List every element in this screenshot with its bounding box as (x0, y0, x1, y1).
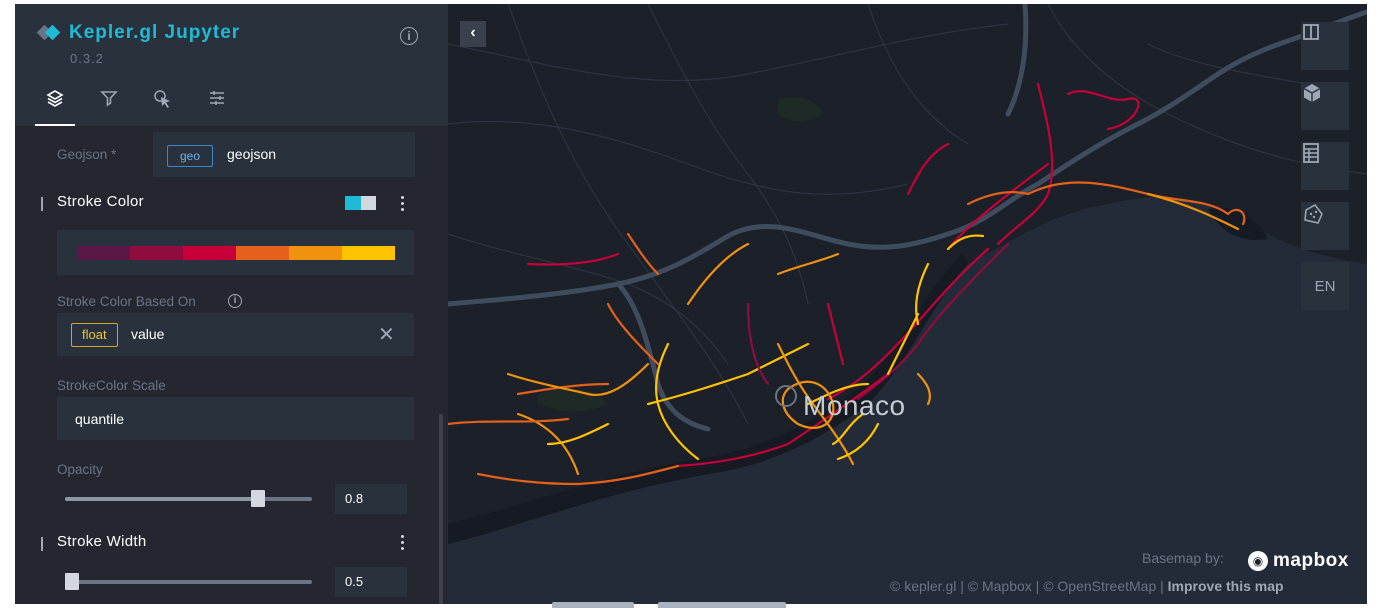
stroke-width-more-icon[interactable] (401, 535, 405, 550)
city-label: Monaco (803, 390, 906, 421)
palette-swatch (342, 246, 395, 260)
filter-icon (100, 91, 118, 107)
split-map-button[interactable] (1301, 22, 1349, 70)
park-area (538, 388, 608, 412)
opacity-slider-handle[interactable] (251, 490, 266, 507)
stroke-color-title: Stroke Color (57, 193, 144, 210)
color-field-name: value (131, 326, 165, 342)
opacity-input[interactable]: 0.8 (335, 484, 407, 514)
attribution-text: © kepler.gl | © Mapbox | © OpenStreetMap… (890, 578, 1164, 594)
color-scale-value: quantile (75, 411, 125, 427)
tab-layers[interactable] (35, 88, 75, 126)
map-canvas (448, 4, 1367, 604)
panel-tabs (35, 88, 251, 126)
palette-swatch (77, 246, 130, 260)
info-icon[interactable]: i (400, 27, 418, 45)
geojson-label: Geojson * (57, 147, 117, 162)
stroke-width-title: Stroke Width (57, 533, 147, 550)
tab-map-settings[interactable] (197, 88, 237, 126)
improve-map-link[interactable]: Improve this map (1168, 578, 1284, 594)
legend-button[interactable] (1301, 142, 1349, 190)
palette-swatch (183, 246, 236, 260)
bottom-tab-2[interactable] (658, 602, 786, 608)
park-area (778, 97, 823, 122)
mapbox-logo[interactable]: ◉ mapbox (1248, 550, 1349, 572)
3d-view-icon (1303, 84, 1321, 102)
bottom-tab-1[interactable] (552, 602, 634, 608)
kepler-logo-icon (35, 24, 63, 42)
color-scale-selector[interactable]: quantile (57, 397, 414, 440)
map-settings-icon (210, 91, 224, 105)
locale-button[interactable]: EN (1301, 262, 1349, 310)
map-attribution: © kepler.gl | © Mapbox | © OpenStreetMap… (890, 578, 1284, 594)
panel-scrollbar[interactable] (439, 414, 443, 604)
city-marker (775, 385, 797, 407)
map-view[interactable]: ‹ EN Monaco Basemap by: ◉ mapbox © keple… (448, 4, 1367, 604)
app-name: Kepler.gl Jupyter (69, 22, 241, 43)
section-marker (41, 537, 43, 551)
stroke-color-more-icon[interactable] (401, 196, 405, 211)
draw-polygon-icon (1304, 204, 1323, 224)
dataset-badge: geo (167, 145, 214, 167)
mapbox-logo-icon: ◉ (1248, 551, 1268, 571)
side-panel: Kepler.gl Jupyter 0.3.2 i Geojson * geo … (15, 4, 448, 604)
stroke-width-slider-handle[interactable] (65, 573, 79, 590)
interaction-icon (154, 90, 170, 108)
tab-interactions[interactable] (143, 88, 183, 126)
kepler-app: Kepler.gl Jupyter 0.3.2 i Geojson * geo … (15, 4, 1367, 604)
stroke-color-based-on-label: Stroke Color Based On (57, 294, 196, 309)
dataset-name: geojson (227, 146, 277, 162)
palette-swatch (130, 246, 183, 260)
stroke-width-slider[interactable] (65, 573, 312, 590)
mapbox-logo-text: mapbox (1273, 550, 1349, 571)
layers-icon (46, 90, 64, 107)
tab-filters[interactable] (89, 88, 129, 126)
collapse-sidebar-button[interactable]: ‹ (460, 21, 486, 47)
layer-config-panel: Geojson * geo geojson Stroke Color Strok… (15, 126, 448, 604)
app-version: 0.3.2 (70, 51, 104, 66)
section-marker (41, 197, 43, 211)
opacity-label: Opacity (57, 462, 103, 477)
app-logo: Kepler.gl Jupyter (35, 22, 240, 44)
color-range-toggle[interactable] (345, 196, 376, 210)
clear-field-icon[interactable]: ✕ (378, 322, 395, 347)
opacity-slider[interactable] (65, 490, 312, 507)
draw-button[interactable] (1301, 202, 1349, 250)
legend-icon (1303, 143, 1319, 163)
palette-swatch (289, 246, 342, 260)
palette-swatch (236, 246, 289, 260)
stroke-width-input[interactable]: 0.5 (335, 567, 407, 597)
color-palette (77, 246, 395, 260)
3d-view-button[interactable] (1301, 82, 1349, 130)
basemap-attribution-label: Basemap by: (1142, 550, 1224, 566)
info-icon[interactable]: i (228, 294, 242, 308)
opacity-slider-fill (65, 497, 259, 501)
split-map-icon (1303, 24, 1319, 40)
color-scale-label: StrokeColor Scale (57, 378, 166, 393)
color-field-selector[interactable]: float value ✕ (57, 313, 414, 356)
dataset-selector[interactable]: geo geojson (153, 132, 415, 177)
side-panel-header: Kepler.gl Jupyter 0.3.2 i (15, 4, 448, 126)
field-type-badge: float (71, 323, 118, 347)
color-palette-selector[interactable] (57, 230, 414, 275)
